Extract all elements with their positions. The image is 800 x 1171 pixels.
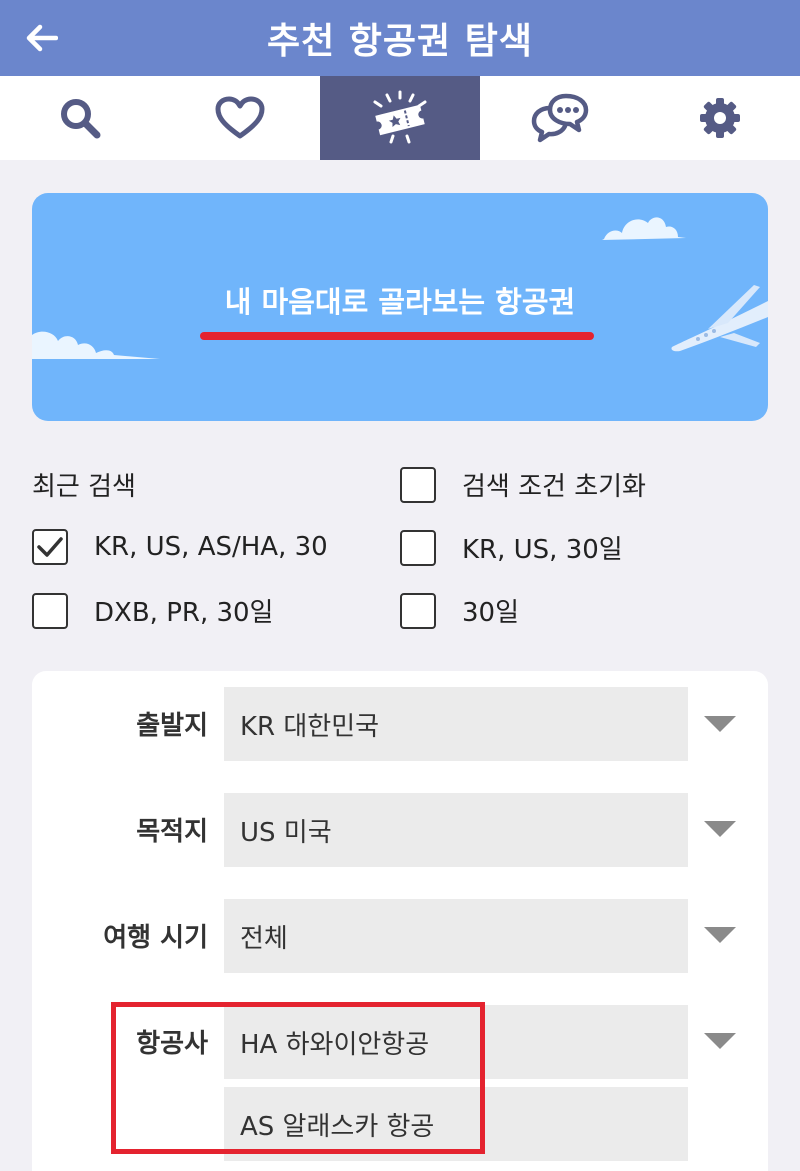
tab-search[interactable] [0, 76, 160, 160]
recent-search-checkbox[interactable] [400, 529, 436, 566]
banner-headline: 내 마음대로 골라보는 항공권 [224, 285, 576, 319]
reset-filters-option[interactable]: 검색 조건 초기화 [400, 466, 646, 503]
tab-settings[interactable] [640, 76, 800, 160]
travel-period-label: 여행 시기 [103, 923, 208, 953]
gear-icon [700, 98, 740, 138]
cloud-illustration [32, 331, 160, 359]
destination-select[interactable]: US 미국 [224, 793, 688, 867]
ticket-icon [373, 90, 427, 144]
origin-label: 출발지 [136, 711, 208, 741]
recent-search-checkbox[interactable] [32, 529, 68, 565]
recent-search-item[interactable]: KR, US, AS/HA, 30 [32, 529, 328, 565]
chevron-down-icon[interactable] [704, 716, 736, 732]
tab-tickets[interactable] [320, 76, 480, 160]
app-header: 추천 항공권 탐색 [0, 0, 800, 76]
tab-chat[interactable] [480, 76, 640, 160]
recent-search-label: 30일 [462, 598, 520, 628]
cloud-illustration [602, 217, 686, 240]
chevron-down-icon[interactable] [704, 927, 736, 943]
highlight-underline [200, 332, 594, 340]
reset-checkbox[interactable] [400, 466, 436, 503]
reset-filters-label: 검색 조건 초기화 [462, 472, 646, 502]
chat-icon [531, 93, 589, 143]
recent-search-item[interactable]: 30일 [400, 592, 519, 629]
travel-period-select[interactable]: 전체 [224, 899, 688, 973]
destination-label: 목적지 [136, 817, 208, 847]
page-title: 추천 항공권 탐색 [267, 21, 533, 62]
recent-search-label: KR, US, 30일 [462, 535, 623, 565]
recent-search-item[interactable]: KR, US, 30일 [400, 529, 623, 566]
recent-search-label: KR, US, AS/HA, 30 [94, 532, 328, 562]
promo-banner[interactable]: 내 마음대로 골라보는 항공권 [32, 193, 768, 421]
chevron-down-icon[interactable] [704, 1033, 736, 1049]
recent-search-checkbox[interactable] [32, 592, 68, 629]
heart-icon [215, 96, 265, 139]
back-button[interactable] [22, 18, 62, 58]
recent-searches: 최근 검색 검색 조건 초기화 KR, US, AS/HA, 30 KR, US… [32, 460, 768, 640]
recent-search-checkbox[interactable] [400, 592, 436, 629]
checkmark-icon [37, 537, 63, 557]
tab-favorites[interactable] [160, 76, 320, 160]
arrow-left-icon [26, 24, 58, 52]
chevron-down-icon[interactable] [704, 821, 736, 837]
tab-bar [0, 76, 800, 160]
search-icon [61, 99, 101, 139]
recent-search-label: DXB, PR, 30일 [94, 598, 274, 628]
recent-searches-title: 최근 검색 [32, 472, 136, 502]
origin-select[interactable]: KR 대한민국 [224, 687, 688, 761]
airline-highlight-box [111, 1002, 485, 1154]
recent-search-item[interactable]: DXB, PR, 30일 [32, 592, 273, 629]
